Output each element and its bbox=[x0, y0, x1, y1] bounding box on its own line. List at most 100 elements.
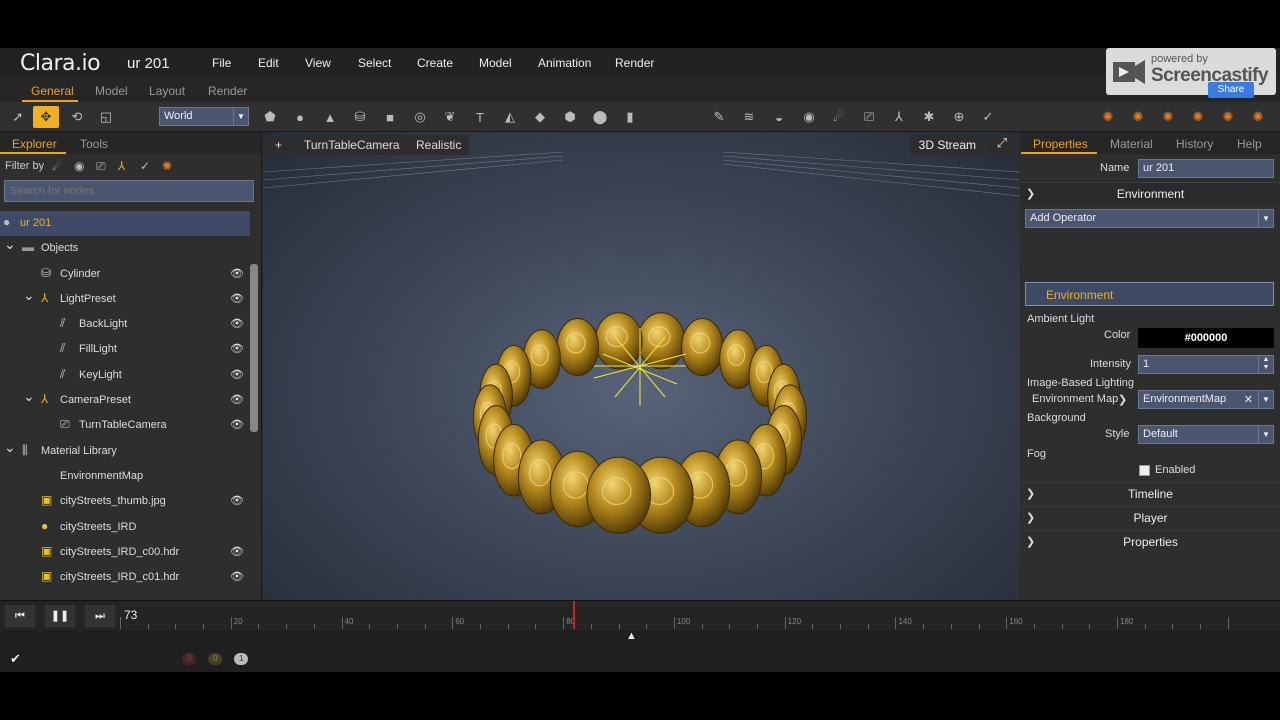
skip-back-icon[interactable]: ⏮ bbox=[5, 605, 35, 627]
skip-forward-icon[interactable]: ⏭ bbox=[85, 605, 115, 627]
material-icon[interactable]: ✺ bbox=[1097, 106, 1119, 128]
tab-explorer[interactable]: Explorer bbox=[12, 137, 57, 151]
3d-stream-button[interactable]: 3D Stream bbox=[910, 135, 984, 155]
tree-node[interactable]: ▣ cityStreets_thumb.jpg 👁 bbox=[0, 489, 250, 514]
chevron-right-icon[interactable]: ❯ bbox=[1118, 393, 1127, 406]
paint-icon[interactable]: ✎ bbox=[708, 106, 730, 128]
tree-node[interactable]: ⫽ BackLight 👁 bbox=[0, 312, 250, 337]
material-filter-icon[interactable]: ✺ bbox=[162, 159, 172, 173]
tree-node[interactable]: ⌄ ⅄ LightPreset 👁 bbox=[0, 287, 250, 312]
material-icon-6[interactable]: ✺ bbox=[1247, 106, 1269, 128]
capsule-icon[interactable]: ▮ bbox=[619, 106, 641, 128]
camera-filter-icon[interactable]: ⎚ bbox=[96, 159, 106, 174]
check-filter-icon[interactable]: ✓ bbox=[140, 159, 150, 173]
target-filter-icon[interactable]: ◉ bbox=[74, 159, 84, 173]
menu-file[interactable]: File bbox=[212, 56, 231, 70]
environment-operator-item[interactable]: Environment bbox=[1025, 282, 1274, 306]
text-icon[interactable]: T bbox=[469, 106, 491, 128]
error-count-badge[interactable]: 0 bbox=[182, 653, 197, 665]
tree-node[interactable]: ⌄ ▬ Objects bbox=[0, 236, 250, 261]
environment-section-header[interactable]: ❯ Environment bbox=[1021, 182, 1280, 204]
tab-model[interactable]: Model bbox=[95, 84, 128, 98]
tree-node[interactable]: ⫽ KeyLight 👁 bbox=[0, 363, 250, 388]
tab-render[interactable]: Render bbox=[208, 84, 247, 98]
add-operator-select[interactable]: Add Operator ▼ bbox=[1025, 209, 1274, 228]
menu-animation[interactable]: Animation bbox=[538, 56, 591, 70]
playhead[interactable] bbox=[573, 601, 575, 629]
plane-icon[interactable]: ■ bbox=[379, 106, 401, 128]
check-icon[interactable]: ✓ bbox=[977, 106, 999, 128]
expand-icon[interactable]: ⤢ bbox=[988, 135, 1016, 155]
app-logo[interactable]: Clara.io bbox=[20, 51, 101, 76]
style-select[interactable]: Default ▼ bbox=[1138, 425, 1274, 444]
bone-icon[interactable]: ✱ bbox=[918, 106, 940, 128]
chevron-down-icon[interactable]: ⌄ bbox=[4, 236, 16, 253]
menu-edit[interactable]: Edit bbox=[258, 56, 279, 70]
hair-icon[interactable]: ≋ bbox=[738, 106, 760, 128]
box-icon[interactable]: ⬟ bbox=[259, 106, 281, 128]
menu-select[interactable]: Select bbox=[358, 56, 391, 70]
search-input[interactable] bbox=[4, 180, 254, 202]
scene-title[interactable]: ur 201 bbox=[127, 55, 170, 72]
chevron-up-icon[interactable]: ▲ bbox=[626, 630, 637, 642]
info-count-badge[interactable]: 1 bbox=[234, 653, 249, 665]
sphere-icon[interactable]: ● bbox=[289, 106, 311, 128]
visibility-icon[interactable]: 👁 bbox=[230, 570, 244, 583]
pyramid-icon[interactable]: ◭ bbox=[499, 106, 521, 128]
ambient-color-swatch[interactable]: #000000 bbox=[1138, 328, 1274, 348]
tab-general[interactable]: General bbox=[31, 84, 74, 98]
visibility-icon[interactable]: 👁 bbox=[230, 545, 244, 558]
material-icon-4[interactable]: ✺ bbox=[1187, 106, 1209, 128]
tree-node[interactable]: ⎚ TurnTableCamera 👁 bbox=[0, 413, 250, 438]
tab-material[interactable]: Material bbox=[1110, 137, 1153, 151]
visibility-icon[interactable]: 👁 bbox=[230, 342, 244, 355]
tree-node[interactable]: ⛁ Cylinder 👁 bbox=[0, 262, 250, 287]
move-icon[interactable]: ✥ bbox=[33, 106, 59, 128]
tree-node[interactable]: EnvironmentMap bbox=[0, 464, 250, 489]
visibility-icon[interactable]: 👁 bbox=[230, 368, 244, 381]
player-section-header[interactable]: ❯ Player bbox=[1021, 506, 1280, 528]
visibility-icon[interactable]: 👁 bbox=[230, 317, 244, 330]
menu-render[interactable]: Render bbox=[615, 56, 654, 70]
tab-history[interactable]: History bbox=[1176, 137, 1213, 151]
visibility-icon[interactable]: 👁 bbox=[230, 418, 244, 431]
tree-node[interactable]: ● ur 201 bbox=[0, 211, 250, 237]
chevron-down-icon[interactable]: ⌄ bbox=[4, 439, 16, 456]
menu-create[interactable]: Create bbox=[417, 56, 453, 70]
name-field[interactable]: ur 201 bbox=[1138, 159, 1274, 178]
tab-layout[interactable]: Layout bbox=[149, 84, 185, 98]
transform-icon[interactable]: ⅄ bbox=[888, 106, 910, 128]
transform-filter-icon[interactable]: ⅄ bbox=[118, 159, 125, 173]
chevron-down-icon[interactable]: ⌄ bbox=[23, 287, 35, 304]
rotate-icon[interactable]: ⟲ bbox=[66, 106, 88, 128]
share-button[interactable]: Share bbox=[1208, 82, 1254, 98]
tree-node[interactable]: ● cityStreets_IRD bbox=[0, 515, 250, 540]
tree-node[interactable]: ⫽ FillLight 👁 bbox=[0, 337, 250, 362]
visibility-icon[interactable]: 👁 bbox=[230, 393, 244, 406]
visibility-icon[interactable]: 👁 bbox=[230, 292, 244, 305]
tree-node[interactable]: ⌄ ⅄ CameraPreset 👁 bbox=[0, 388, 250, 413]
visibility-icon[interactable]: 👁 bbox=[230, 267, 244, 280]
pause-icon[interactable]: ❚❚ bbox=[45, 605, 75, 627]
pointer-icon[interactable]: ➚ bbox=[7, 106, 29, 128]
disc-icon[interactable]: ◒ bbox=[768, 106, 790, 128]
fog-enabled-checkbox[interactable] bbox=[1139, 465, 1150, 476]
env-map-select[interactable]: EnvironmentMap ✕ ▼ bbox=[1138, 390, 1274, 409]
teapot-icon[interactable]: ❦ bbox=[439, 106, 461, 128]
tree-node[interactable]: ▣ cityStreets_IRD_c00.hdr 👁 bbox=[0, 540, 250, 565]
material-icon-2[interactable]: ✺ bbox=[1127, 106, 1149, 128]
material-icon-3[interactable]: ✺ bbox=[1157, 106, 1179, 128]
tree-node[interactable]: ▣ cityStreets_IRD_c01.hdr 👁 bbox=[0, 565, 250, 590]
chevron-down-icon[interactable]: ⌄ bbox=[23, 388, 35, 405]
circle-icon[interactable]: ⬤ bbox=[589, 106, 611, 128]
scale-icon[interactable]: ◱ bbox=[95, 106, 117, 128]
add-view-button[interactable]: + bbox=[267, 135, 291, 155]
coordinate-space-select[interactable]: World ▼ bbox=[159, 107, 249, 126]
tree-node[interactable]: ⌄ ⫼ Material Library bbox=[0, 439, 250, 464]
menu-model[interactable]: Model bbox=[479, 56, 512, 70]
light-filter-icon[interactable]: ☄ bbox=[52, 159, 63, 173]
menu-view[interactable]: View bbox=[305, 56, 331, 70]
light-icon[interactable]: ☄ bbox=[828, 106, 850, 128]
properties-section-header[interactable]: ❯ Properties bbox=[1021, 530, 1280, 552]
timeline-ruler[interactable]: 20 40 60 80 100 120 140 160 180 bbox=[120, 601, 1280, 631]
